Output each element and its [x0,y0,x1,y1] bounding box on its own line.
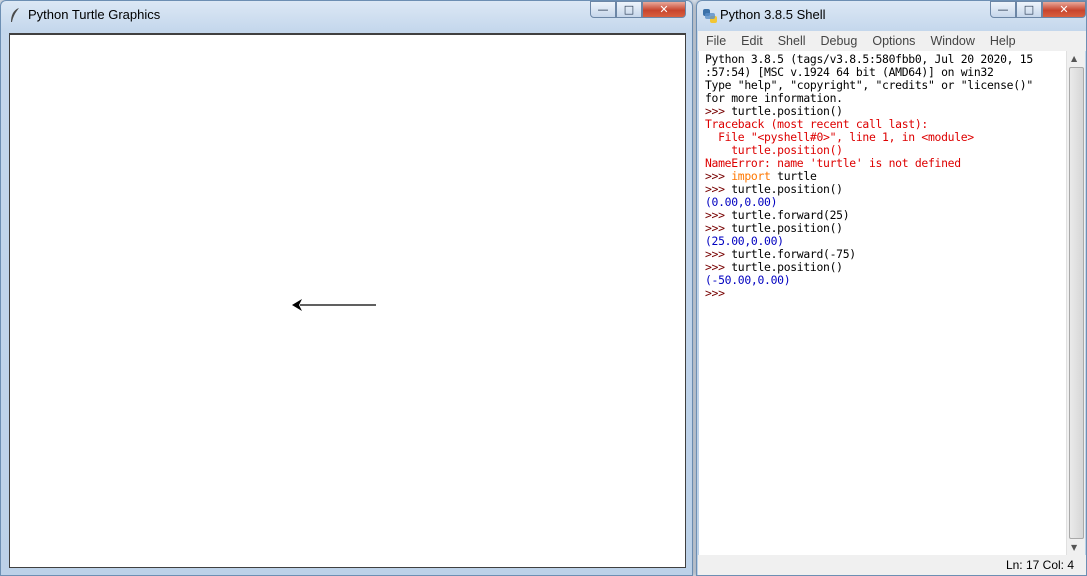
shell-prompt: >>> [705,104,732,118]
vertical-scrollbar[interactable]: ▲ ▼ [1066,51,1085,555]
shell-prompt: >>> [705,221,732,235]
shell-line-text: turtle.position() [731,260,843,274]
shell-line-text: (0.00,0.00) [705,195,778,209]
shell-line: >>> [705,287,1066,300]
status-bar: Ln: 17 Col: 4 [698,555,1086,575]
maximize-button[interactable]: □ [616,1,642,18]
turtle-title-bar[interactable]: Python Turtle Graphics — □ ✕ [1,1,692,29]
menu-help[interactable]: Help [982,34,1023,48]
menu-shell[interactable]: Shell [770,34,813,48]
maximize-button[interactable]: □ [1016,1,1042,18]
close-button[interactable]: ✕ [1042,1,1086,18]
python-icon [703,9,717,23]
shell-text-area[interactable]: Python 3.8.5 (tags/v3.8.5:580fbb0, Jul 2… [699,51,1066,555]
scroll-down-arrow-icon[interactable]: ▼ [1071,543,1077,552]
scrollbar-thumb[interactable] [1069,67,1084,539]
shell-line: (-50.00,0.00) [705,274,1066,287]
menu-edit[interactable]: Edit [733,34,770,48]
shell-line-text: turtle.forward(-75) [731,247,856,261]
menu-debug[interactable]: Debug [813,34,865,48]
shell-prompt: >>> [705,260,732,274]
shell-line-text: Python 3.8.5 (tags/v3.8.5:580fbb0, Jul 2… [705,52,1033,66]
turtle-drawing [292,299,376,311]
minimize-button[interactable]: — [590,1,616,18]
shell-prompt: >>> [705,286,732,300]
menu-bar: File Edit Shell Debug Options Window Hel… [698,31,1086,51]
shell-line-text: File "<pyshell#0>", line 1, in <module> [705,130,974,144]
scroll-up-arrow-icon[interactable]: ▲ [1071,54,1077,63]
shell-line-text: turtle.forward(25) [731,208,850,222]
shell-keyword: import [731,169,771,183]
shell-line-text: turtle.position() [731,221,843,235]
shell-prompt: >>> [705,208,732,222]
feather-icon [11,8,19,22]
shell-line-text: turtle.position() [705,143,843,157]
shell-line-text: Type "help", "copyright", "credits" or "… [705,78,1033,92]
turtle-canvas[interactable] [9,33,686,568]
shell-window-title: Python 3.8.5 Shell [720,7,826,22]
line-column-indicator: Ln: 17 Col: 4 [1005,558,1074,572]
shell-prompt: >>> [705,182,732,196]
menu-file[interactable]: File [698,34,733,48]
shell-line-text: :57:54) [MSC v.1924 64 bit (AMD64)] on w… [705,65,994,79]
menu-options[interactable]: Options [864,34,922,48]
python-shell-window: Python 3.8.5 Shell — □ ✕ File Edit Shell… [696,0,1087,576]
shell-line-text: turtle.position() [731,104,843,118]
shell-line-text: NameError: name 'turtle' is not defined [705,156,961,170]
shell-line-text: (25.00,0.00) [705,234,784,248]
shell-prompt: >>> [705,247,732,261]
turtle-graphics-window: Python Turtle Graphics — □ ✕ [0,0,693,576]
shell-line-text: Traceback (most recent call last): [705,117,928,131]
minimize-button[interactable]: — [990,1,1016,18]
shell-line-text: for more information. [705,91,843,105]
shell-prompt: >>> [705,169,732,183]
close-button[interactable]: ✕ [642,1,686,18]
shell-title-bar[interactable]: Python 3.8.5 Shell — □ ✕ [697,1,1086,29]
shell-line-text: (-50.00,0.00) [705,273,791,287]
shell-line-text: turtle.position() [731,182,843,196]
menu-window[interactable]: Window [922,34,981,48]
shell-line-text: turtle [770,169,817,183]
turtle-window-title: Python Turtle Graphics [28,7,161,22]
